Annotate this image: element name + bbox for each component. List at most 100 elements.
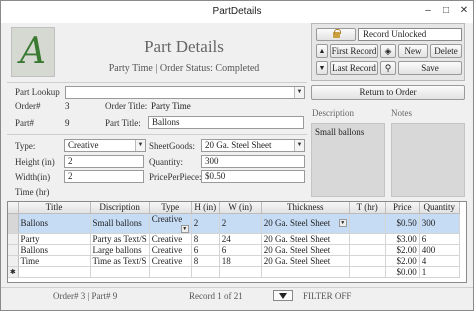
- cell-thickness[interactable]: 20 Ga. Steel Sheet: [261, 244, 350, 256]
- row-selector[interactable]: [8, 213, 19, 234]
- cell-price[interactable]: $0.00: [385, 266, 420, 278]
- cell-discription[interactable]: [90, 266, 150, 278]
- row-selector[interactable]: [8, 244, 19, 256]
- cell-w[interactable]: 18: [219, 255, 262, 267]
- part-title-field[interactable]: Ballons: [148, 116, 304, 129]
- new-button[interactable]: New: [398, 44, 428, 58]
- column-header[interactable]: T (hr): [349, 202, 386, 214]
- cell-discription[interactable]: Time as Text/S: [90, 255, 150, 267]
- column-header[interactable]: H (in): [191, 202, 220, 214]
- table-row[interactable]: Party Party as Text/S Creative 8 24 20 G…: [8, 233, 460, 245]
- quantity-field[interactable]: 300: [201, 155, 305, 168]
- find-button[interactable]: ◈: [380, 44, 396, 58]
- chevron-down-icon[interactable]: ▼: [338, 219, 347, 227]
- cell-w[interactable]: 6: [219, 244, 262, 256]
- new-record-marker[interactable]: ✱: [8, 266, 19, 278]
- cell-price[interactable]: $0.50: [385, 213, 420, 234]
- cell-price[interactable]: $2.00: [385, 244, 420, 256]
- cell-t[interactable]: [349, 213, 386, 234]
- lock-button[interactable]: [316, 28, 356, 41]
- cell-w[interactable]: 2: [219, 213, 262, 234]
- cell-type[interactable]: Creative: [149, 255, 192, 267]
- cell-title[interactable]: [18, 266, 91, 278]
- cell-quantity[interactable]: 6: [419, 233, 460, 245]
- column-header[interactable]: Title: [18, 202, 91, 214]
- cell-price[interactable]: $2.00: [385, 255, 420, 267]
- last-record-arrow[interactable]: ▼: [316, 61, 328, 75]
- height-field[interactable]: 2: [64, 155, 144, 168]
- row-selector[interactable]: [8, 255, 19, 267]
- chevron-down-icon[interactable]: ▼: [180, 224, 189, 232]
- cell-discription[interactable]: Small ballons: [90, 213, 150, 234]
- filter-status[interactable]: FILTER OFF: [303, 291, 351, 301]
- cell-title[interactable]: Ballons: [18, 213, 91, 234]
- order-title-value: Party Time: [151, 101, 191, 111]
- cell-type[interactable]: [149, 266, 192, 278]
- cell-t[interactable]: [349, 255, 386, 267]
- cell-title[interactable]: Ballons: [18, 244, 91, 256]
- table-row[interactable]: Ballons Large ballons Creative 6 6 20 Ga…: [8, 244, 460, 256]
- cell-quantity[interactable]: 300: [419, 213, 460, 234]
- cell-type[interactable]: Creative: [149, 244, 192, 256]
- cell-h[interactable]: 8: [191, 255, 220, 267]
- table-header-row: Title Discription Type H (in) W (in) Thi…: [8, 202, 460, 214]
- cell-discription[interactable]: Large ballons: [90, 244, 150, 256]
- sheetgoods-combobox[interactable]: 20 Ga. Steel Sheet ▼: [201, 139, 305, 152]
- width-field[interactable]: 2: [64, 170, 144, 183]
- cell-w[interactable]: 24: [219, 233, 262, 245]
- cell-h[interactable]: [191, 266, 220, 278]
- cell-h[interactable]: 6: [191, 244, 220, 256]
- cell-h[interactable]: 8: [191, 233, 220, 245]
- cell-quantity[interactable]: 1: [419, 266, 460, 278]
- cell-title[interactable]: Party: [18, 233, 91, 245]
- notes-box[interactable]: [391, 123, 465, 197]
- cell-thickness[interactable]: [261, 266, 350, 278]
- cell-quantity[interactable]: 4: [419, 255, 460, 267]
- cell-type[interactable]: Creative: [149, 233, 192, 245]
- select-all-header[interactable]: [8, 202, 19, 214]
- cell-thickness[interactable]: 20 Ga. Steel Sheet: [261, 233, 350, 245]
- cell-discription[interactable]: Party as Text/S: [90, 233, 150, 245]
- cell-type[interactable]: Creative ▼: [149, 213, 192, 234]
- chevron-down-icon[interactable]: ▼: [135, 140, 145, 151]
- return-to-order-button[interactable]: Return to Order: [311, 85, 465, 100]
- cell-t[interactable]: [349, 233, 386, 245]
- type-combobox[interactable]: Creative ▼: [64, 139, 146, 152]
- column-header[interactable]: Type: [149, 202, 192, 214]
- column-header[interactable]: Thickness: [261, 202, 350, 214]
- first-record-arrow[interactable]: ▲: [316, 44, 328, 58]
- cell-thickness[interactable]: 20 Ga. Steel Sheet ▼: [261, 213, 350, 234]
- minimize-icon[interactable]: –: [421, 4, 435, 18]
- cell-title[interactable]: Time: [18, 255, 91, 267]
- column-header[interactable]: Price: [385, 202, 420, 214]
- cell-price[interactable]: $3.00: [385, 233, 420, 245]
- first-record-button[interactable]: First Record: [330, 44, 378, 58]
- new-record-row[interactable]: ✱ $0.00 1: [8, 266, 460, 278]
- chevron-down-icon[interactable]: ▼: [294, 140, 304, 151]
- cell-t[interactable]: [349, 244, 386, 256]
- cell-thickness[interactable]: 20 Ga. Steel Sheet: [261, 255, 350, 267]
- binoculars-icon: ◈: [384, 46, 392, 56]
- part-lookup-combobox[interactable]: ▼: [65, 86, 305, 99]
- column-header[interactable]: Quantity: [419, 202, 460, 214]
- cell-w[interactable]: [219, 266, 262, 278]
- cell-h[interactable]: 2: [191, 213, 220, 234]
- filter-icon[interactable]: [273, 290, 293, 301]
- last-record-button[interactable]: Last Record: [330, 61, 378, 75]
- search-button[interactable]: ⚲: [380, 61, 396, 75]
- cell-quantity[interactable]: 400: [419, 244, 460, 256]
- description-box[interactable]: Small ballons: [311, 123, 385, 197]
- delete-button[interactable]: Delete: [430, 44, 462, 58]
- parts-datasheet[interactable]: Title Discription Type H (in) W (in) Thi…: [7, 201, 467, 283]
- column-header[interactable]: W (in): [219, 202, 262, 214]
- cell-t[interactable]: [349, 266, 386, 278]
- column-header[interactable]: Discription: [90, 202, 150, 214]
- chevron-down-icon[interactable]: ▼: [294, 87, 304, 98]
- maximize-icon[interactable]: □: [439, 4, 453, 18]
- save-button[interactable]: Save: [398, 61, 462, 75]
- table-row[interactable]: Time Time as Text/S Creative 8 18 20 Ga.…: [8, 255, 460, 267]
- price-per-piece-field[interactable]: $0.50: [201, 170, 305, 183]
- table-row[interactable]: Ballons Small ballons Creative ▼ 2 2 20 G…: [8, 213, 460, 234]
- close-icon[interactable]: ✕: [457, 4, 471, 18]
- row-selector[interactable]: [8, 233, 19, 245]
